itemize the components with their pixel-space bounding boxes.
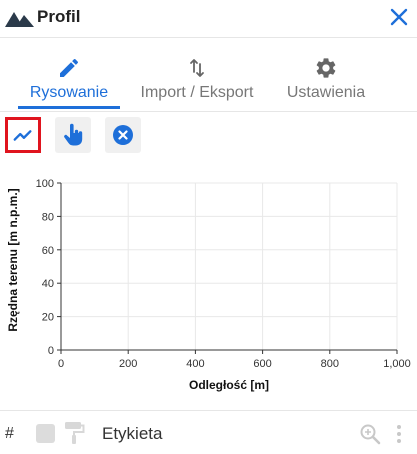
draw-line-icon bbox=[13, 130, 32, 141]
x-tick-label: 0 bbox=[58, 358, 64, 370]
select-all-checkbox[interactable] bbox=[36, 424, 55, 443]
y-tick-label: 0 bbox=[48, 345, 54, 357]
x-axis-label: Odległość [m] bbox=[189, 378, 269, 392]
active-tab-indicator bbox=[18, 106, 120, 109]
y-tick-label: 100 bbox=[36, 178, 54, 190]
panel-header: Profil bbox=[0, 0, 417, 38]
mountains-icon bbox=[5, 12, 34, 27]
y-tick-label: 80 bbox=[42, 211, 54, 223]
tab-import-export[interactable]: Import / Eksport bbox=[132, 38, 262, 112]
y-axis-label: Rzędna terenu [m n.p.m.] bbox=[6, 188, 20, 331]
tab-settings-label: Ustawienia bbox=[286, 84, 366, 101]
chart-canvas: 0 200 400 600 800 1,000 0 20 40 60 80 100 Odległość… bbox=[6, 178, 411, 392]
tab-bar: Rysowanie Import / Eksport Ustawienia bbox=[0, 38, 417, 112]
x-tick-label: 400 bbox=[186, 358, 204, 370]
y-tick-label: 60 bbox=[42, 245, 54, 257]
label-column-header: Etykieta bbox=[102, 424, 163, 443]
paint-roller-icon[interactable] bbox=[63, 421, 85, 445]
hand-pointer-icon bbox=[64, 123, 83, 146]
x-tick-label: 600 bbox=[253, 358, 271, 370]
drawing-toolbar bbox=[0, 112, 417, 156]
tab-drawing[interactable]: Rysowanie bbox=[18, 38, 120, 112]
clear-button[interactable] bbox=[105, 117, 141, 153]
draw-line-button[interactable] bbox=[5, 117, 41, 153]
elevation-profile-chart[interactable]: 0 200 400 600 800 1,000 0 20 40 60 80 100 Odległość… bbox=[0, 158, 417, 398]
clear-circle-icon bbox=[113, 125, 133, 145]
select-point-button[interactable] bbox=[55, 117, 91, 153]
y-tick-label: 20 bbox=[42, 312, 54, 324]
up-down-arrows-icon bbox=[190, 59, 204, 77]
tab-drawing-label: Rysowanie bbox=[29, 84, 109, 101]
x-tick-label: 1,000 bbox=[383, 358, 411, 370]
panel-title: Profil bbox=[37, 7, 81, 26]
close-icon[interactable] bbox=[387, 5, 411, 29]
pencil-icon bbox=[60, 58, 79, 77]
gear-icon bbox=[316, 58, 336, 78]
profile-list-header: # Etykieta bbox=[0, 410, 417, 454]
x-tick-label: 200 bbox=[119, 358, 137, 370]
x-tick-label: 800 bbox=[321, 358, 339, 370]
zoom-icon[interactable] bbox=[359, 423, 381, 445]
y-tick-label: 40 bbox=[42, 278, 54, 290]
index-column-header: # bbox=[5, 425, 14, 442]
tab-import-export-label: Import / Eksport bbox=[140, 84, 254, 101]
more-vertical-icon[interactable] bbox=[392, 422, 406, 446]
tab-settings[interactable]: Ustawienia bbox=[280, 38, 372, 112]
